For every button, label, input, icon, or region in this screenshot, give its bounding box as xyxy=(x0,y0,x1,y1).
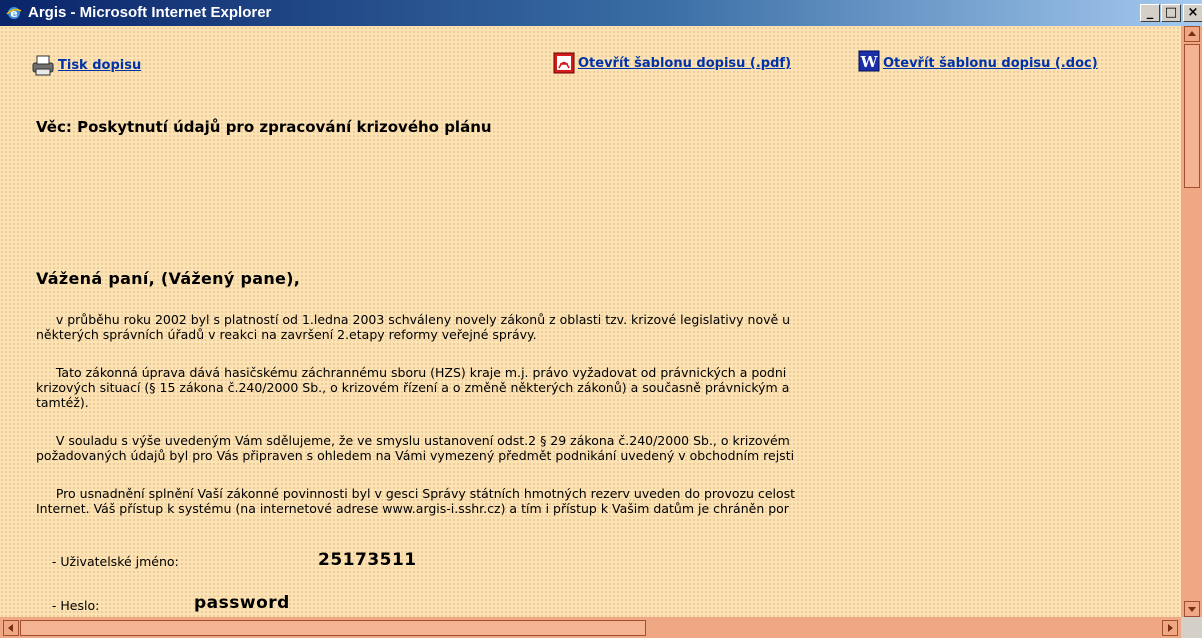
letter-paragraph: v průběhu roku 2002 byl s platností od 1… xyxy=(36,312,791,342)
minimize-button[interactable]: _ xyxy=(1140,4,1160,22)
print-letter-link[interactable]: Tisk dopisu xyxy=(58,58,141,73)
scrollbar-corner xyxy=(1181,617,1202,638)
minimize-icon: _ xyxy=(1146,5,1154,20)
pdf-icon[interactable] xyxy=(553,52,575,74)
password-value: password xyxy=(194,593,290,613)
close-button[interactable]: × xyxy=(1183,4,1202,22)
letter-greeting: Vážená paní, (Vážený pane), xyxy=(36,269,301,288)
scroll-down-button[interactable] xyxy=(1184,601,1200,617)
arrow-left-icon xyxy=(8,624,13,632)
letter-toolbar: Tisk dopisu Otevřít šablonu dopisu (.pdf… xyxy=(0,50,1181,86)
letter-subject: Věc: Poskytnutí údajů pro zpracování kri… xyxy=(36,118,492,136)
scroll-left-button[interactable] xyxy=(3,620,19,636)
letter-paragraph: V souladu s výše uvedeným Vám sdělujeme,… xyxy=(36,433,795,463)
ie-icon: e xyxy=(6,7,22,20)
letter-paragraph: Tato zákonná úprava dává hasičskému zách… xyxy=(36,365,790,410)
maximize-icon: □ xyxy=(1164,5,1178,20)
scroll-right-button[interactable] xyxy=(1162,620,1178,636)
title-bar[interactable]: e Argis - Microsoft Internet Explorer _ … xyxy=(0,0,1202,26)
word-icon[interactable]: W xyxy=(858,50,880,72)
scroll-up-button[interactable] xyxy=(1184,26,1200,42)
letter-paragraph: Pro usnadnění splnění Vaší zákonné povin… xyxy=(36,486,796,516)
arrow-right-icon xyxy=(1168,624,1173,632)
horizontal-scroll-thumb[interactable] xyxy=(20,620,646,636)
open-doc-template-link[interactable]: Otevřít šablonu dopisu (.doc) xyxy=(883,56,1098,71)
arrow-down-icon xyxy=(1188,607,1196,612)
vertical-scroll-thumb[interactable] xyxy=(1184,44,1200,188)
maximize-button[interactable]: □ xyxy=(1161,4,1181,22)
arrow-up-icon xyxy=(1188,31,1196,36)
page-content: Tisk dopisu Otevřít šablonu dopisu (.pdf… xyxy=(0,26,1181,617)
browser-window: e Argis - Microsoft Internet Explorer _ … xyxy=(0,0,1202,638)
password-label: - Heslo: xyxy=(36,598,100,613)
username-value: 25173511 xyxy=(318,550,417,570)
open-pdf-template-link[interactable]: Otevřít šablonu dopisu (.pdf) xyxy=(578,56,791,71)
username-label: - Uživatelské jméno: xyxy=(36,554,179,569)
svg-text:W: W xyxy=(860,53,879,71)
close-icon: × xyxy=(1187,5,1199,20)
window-title: Argis - Microsoft Internet Explorer xyxy=(28,4,272,21)
printer-icon[interactable] xyxy=(30,54,56,76)
